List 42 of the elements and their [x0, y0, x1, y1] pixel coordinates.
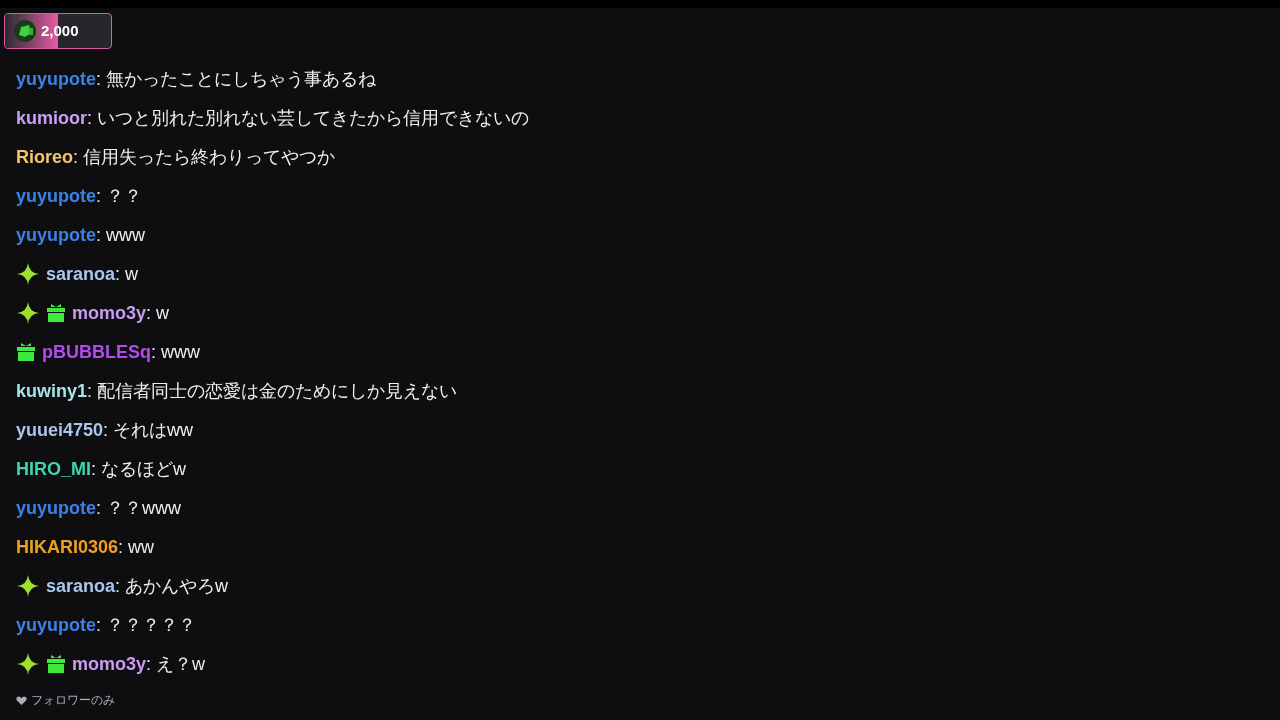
message-text: : 無かったことにしちゃう事あるね	[96, 68, 377, 91]
gift-icon	[16, 342, 36, 362]
message-text: : ？？？？？	[96, 614, 197, 637]
gift-icon	[46, 654, 66, 674]
username[interactable]: saranoa	[46, 261, 116, 287]
username[interactable]: yuyupote	[16, 495, 96, 521]
username[interactable]: HIKARI0306	[16, 534, 119, 560]
username[interactable]: pBUBBLESq	[42, 339, 151, 365]
username[interactable]: kumioor	[16, 105, 87, 131]
username[interactable]: saranoa	[46, 573, 116, 599]
username[interactable]: momo3y	[72, 300, 147, 326]
username[interactable]: HIRO_MI	[16, 456, 91, 482]
username[interactable]: yuyupote	[16, 612, 96, 638]
sparkle-icon	[16, 262, 40, 286]
chat-mode-label: フォロワーのみ	[31, 692, 115, 709]
message-text: : ？？	[96, 185, 143, 208]
gift-icon	[46, 303, 66, 323]
message-text: : なるほどw	[91, 458, 187, 481]
username[interactable]: yuyupote	[16, 183, 96, 209]
message-text: : ww	[118, 536, 155, 559]
message-text: : いつと別れた別れない芸してきたから信用できないの	[87, 107, 530, 130]
points-icon	[13, 19, 37, 43]
message-text: : それはww	[103, 419, 194, 442]
message-text: : www	[96, 224, 145, 247]
message-text: : あかんやろw	[115, 575, 229, 598]
username[interactable]: momo3y	[72, 651, 147, 677]
heart-icon	[16, 694, 27, 706]
username[interactable]: yuyupote	[16, 66, 96, 92]
message-text: : www	[151, 341, 200, 364]
message-text: : え？w	[146, 653, 206, 676]
username[interactable]: yuyupote	[16, 222, 96, 248]
sparkle-icon	[16, 301, 40, 325]
username[interactable]: kuwiny1	[16, 378, 88, 404]
message-text: : w	[146, 302, 170, 325]
username[interactable]: Rioreo	[16, 144, 73, 170]
sparkle-icon	[16, 574, 40, 598]
message-text: : w	[115, 263, 139, 286]
message-text: : 信用失ったら終わりってやつか	[73, 146, 336, 169]
username[interactable]: yuuei4750	[16, 417, 104, 443]
message-text: : ？？www	[96, 497, 181, 520]
sparkle-icon	[16, 652, 40, 676]
message-text: : 配信者同士の恋愛は金のためにしか見えない	[87, 380, 458, 403]
